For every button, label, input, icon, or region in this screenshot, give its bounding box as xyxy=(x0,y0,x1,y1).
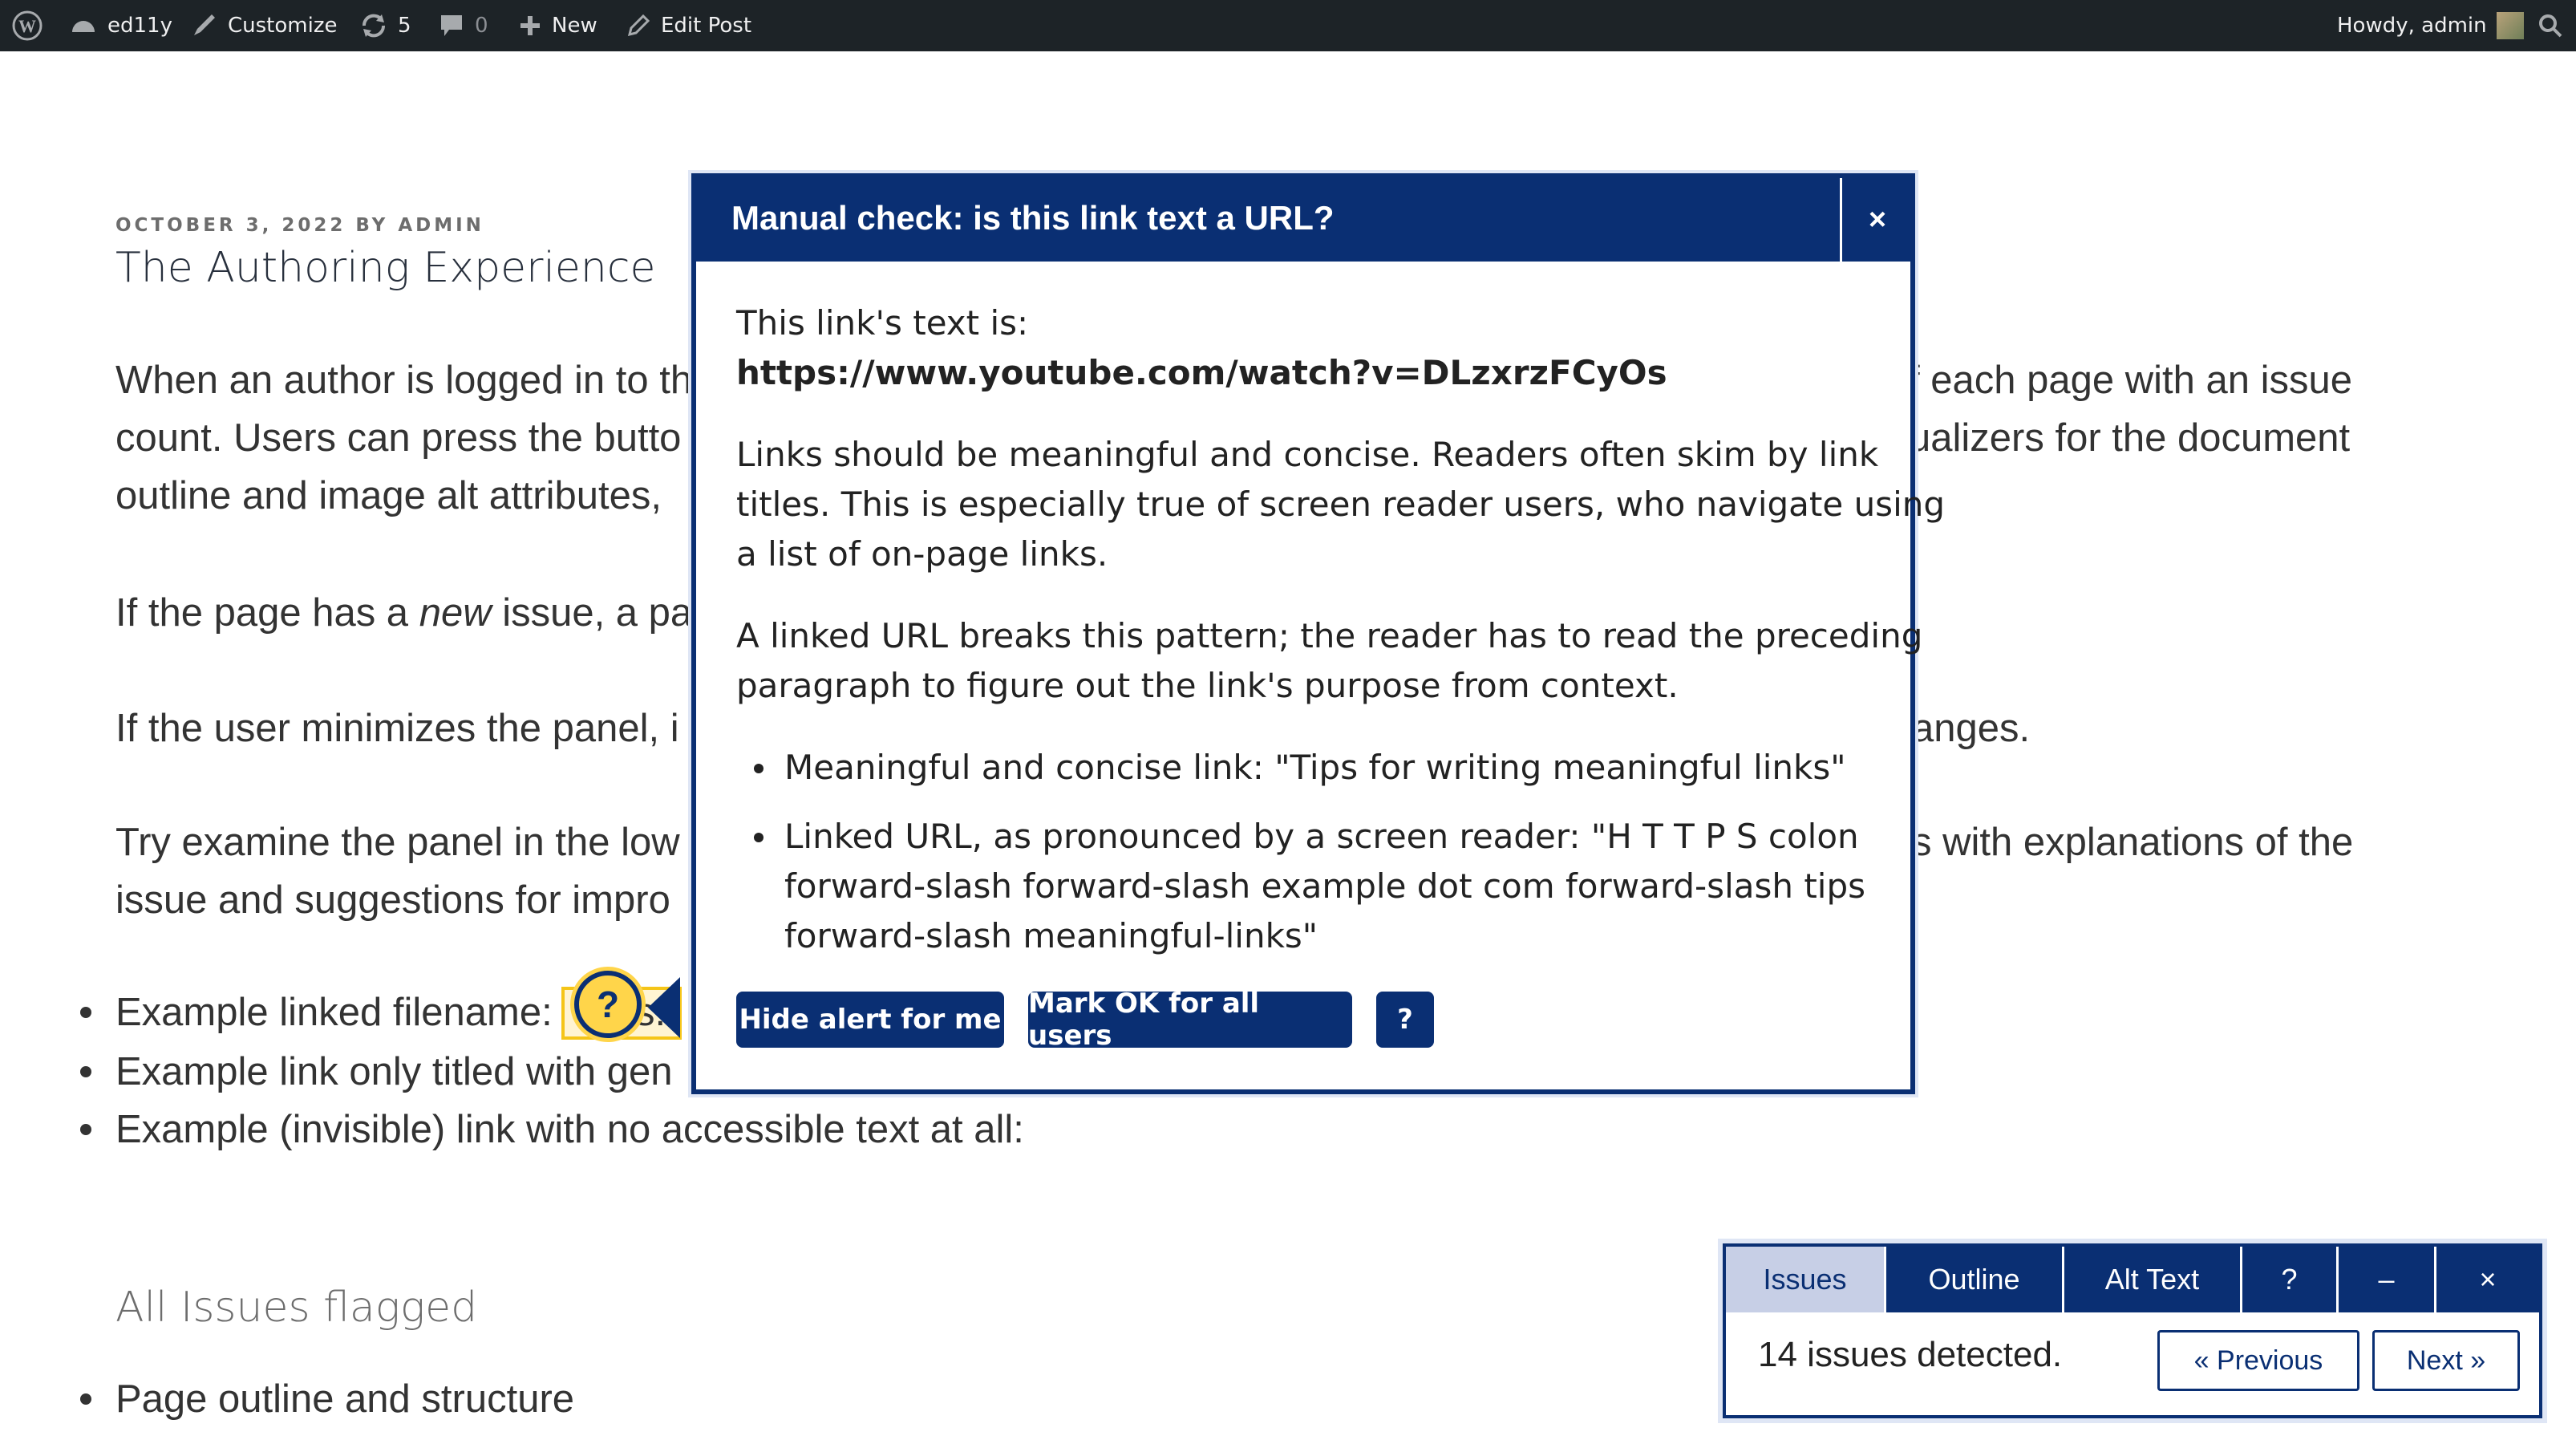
paragraph-line: anges. xyxy=(1912,707,2031,750)
dialog-title: Manual check: is this link text a URL? xyxy=(731,199,1335,237)
comment-icon xyxy=(441,15,462,36)
new-label: New xyxy=(552,14,597,38)
section-heading: All Issues flagged xyxy=(115,1284,478,1332)
bullet-dot xyxy=(80,1124,91,1135)
paragraph-4-right: s with explanations of the xyxy=(1912,813,2473,871)
list-item: Example link only titled with gen xyxy=(80,1049,673,1094)
post-meta: OCTOBER 3, 2022 BY ADMIN xyxy=(115,215,484,236)
paragraph-text: issue, a pa xyxy=(491,591,693,635)
list-item: Example linked filename: xyxy=(80,990,553,1035)
dialog-list-text: forward-slash forward-slash example dot … xyxy=(784,866,1865,906)
hide-alert-button[interactable]: Hide alert for me xyxy=(736,992,1004,1048)
panel-tabs: Issues Outline Alt Text ? – × xyxy=(1726,1247,2539,1312)
checker-panel: Issues Outline Alt Text ? – × 14 issues … xyxy=(1723,1243,2542,1418)
plus-icon xyxy=(520,16,540,35)
comments-link[interactable]: 0 xyxy=(438,0,488,51)
paragraph-line: s with explanations of the xyxy=(1912,821,2354,864)
list-item-text: Example linked filename: xyxy=(115,991,553,1034)
updates-link[interactable]: 5 xyxy=(359,0,411,51)
mark-ok-button[interactable]: Mark OK for all users xyxy=(1028,988,1352,1052)
list-item: Example (invisible) link with no accessi… xyxy=(80,1107,1024,1152)
updates-count: 5 xyxy=(398,14,411,38)
list-item-text: Example (invisible) link with no accessi… xyxy=(115,1108,1024,1151)
list-item: Page outline and structure xyxy=(80,1377,574,1422)
dialog-list-item: Linked URL, as pronounced by a screen re… xyxy=(736,812,1875,961)
site-name-link[interactable]: ed11y xyxy=(69,0,172,51)
issue-count: 14 issues detected. xyxy=(1758,1335,2063,1374)
brush-icon xyxy=(194,14,215,35)
bullet-dot xyxy=(80,1393,91,1405)
dialog-list-text: Meaningful and concise link: "Tips for w… xyxy=(784,748,1846,787)
dialog-text-line: titles. This is especially true of scree… xyxy=(736,485,1946,524)
dialog-list-item: Meaningful and concise link: "Tips for w… xyxy=(736,743,1875,793)
previous-button[interactable]: « Previous xyxy=(2157,1330,2359,1391)
pencil-icon xyxy=(627,14,650,37)
emphasis-new: new xyxy=(419,591,492,635)
paragraph-1-right: f each page with an issue ualizers for t… xyxy=(1909,351,2470,467)
bullet-dot xyxy=(80,1007,91,1018)
tab-outline[interactable]: Outline xyxy=(1886,1247,2064,1312)
account-menu[interactable]: Howdy, admin xyxy=(2337,0,2524,51)
dialog-text-line: a list of on-page links. xyxy=(736,534,1108,574)
close-button[interactable]: × xyxy=(1840,178,1913,262)
admin-bar: W ed11y Customize 5 0 New Edit Post Howd… xyxy=(0,0,2576,51)
svg-text:W: W xyxy=(18,16,36,36)
edit-post-link[interactable]: Edit Post xyxy=(626,0,751,51)
dialog-intro: This link's text is: xyxy=(736,303,1029,343)
paragraph-line: ualizers for the document xyxy=(1909,416,2351,460)
site-name: ed11y xyxy=(107,14,172,38)
paragraph-line: f each page with an issue xyxy=(1909,359,2352,402)
next-button[interactable]: Next » xyxy=(2372,1330,2520,1391)
issue-dialog: Manual check: is this link text a URL? ×… xyxy=(691,173,1946,1094)
minimize-button[interactable]: – xyxy=(2339,1247,2436,1312)
howdy-label: Howdy, admin xyxy=(2337,14,2487,38)
tab-issues[interactable]: Issues xyxy=(1726,1247,1886,1312)
paragraph-3-right: anges. xyxy=(1912,700,2233,757)
link-url: https://www.youtube.com/watch?v=DLzxrzFC… xyxy=(736,353,1667,392)
issue-tooltip-button[interactable]: ? xyxy=(574,971,642,1038)
customize-label: Customize xyxy=(228,14,338,38)
post-title: The Authoring Experience xyxy=(115,244,656,292)
comments-count: 0 xyxy=(475,14,488,38)
dialog-list-text: Linked URL, as pronounced by a screen re… xyxy=(784,817,1859,856)
customize-link[interactable]: Customize xyxy=(189,0,337,51)
avatar xyxy=(2496,12,2524,39)
dialog-body: This link's text is: https://www.youtube… xyxy=(736,298,1946,980)
list-item-text: Example link only titled with gen xyxy=(115,1050,673,1093)
bullet-dot xyxy=(80,1066,91,1077)
panel-help-button[interactable]: ? xyxy=(2242,1247,2339,1312)
list-item-text: Page outline and structure xyxy=(115,1377,575,1421)
help-button[interactable]: ? xyxy=(1376,992,1434,1048)
dialog-text-line: paragraph to figure out the link's purpo… xyxy=(736,666,1679,705)
paragraph-text: If the page has a xyxy=(115,591,419,635)
dashboard-icon xyxy=(72,21,95,32)
dialog-text-line: Links should be meaningful and concise. … xyxy=(736,435,1879,474)
tab-alt-text[interactable]: Alt Text xyxy=(2064,1247,2242,1312)
dialog-header: Manual check: is this link text a URL? × xyxy=(696,178,1910,262)
dialog-text-line: A linked URL breaks this pattern; the re… xyxy=(736,616,1923,655)
updates-icon xyxy=(362,14,386,38)
edit-post-label: Edit Post xyxy=(661,14,752,38)
dialog-list-text: forward-slash meaningful-links" xyxy=(784,916,1318,955)
tooltip-arrow xyxy=(648,977,680,1038)
search-icon[interactable] xyxy=(2538,0,2563,51)
new-content-link[interactable]: New xyxy=(518,0,597,51)
wordpress-logo-icon[interactable]: W xyxy=(11,0,43,51)
panel-close-button[interactable]: × xyxy=(2436,1247,2539,1312)
dialog-list: Meaningful and concise link: "Tips for w… xyxy=(736,743,1875,961)
